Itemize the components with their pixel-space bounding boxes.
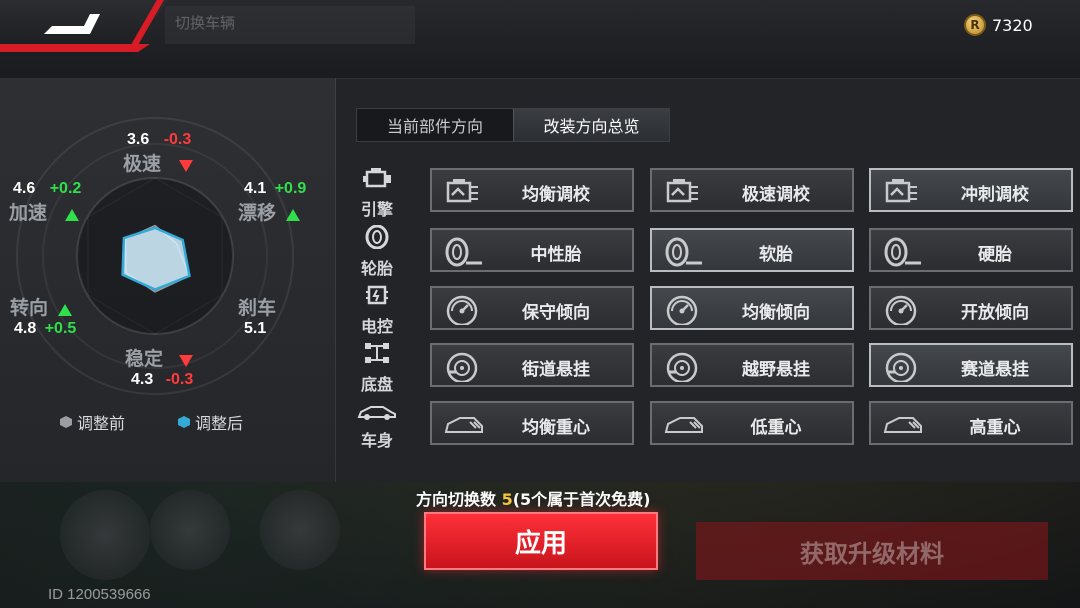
option-label: 极速调校 (742, 185, 810, 205)
stat-acceleration-name: 加速 (9, 203, 48, 224)
engine-part-icon (446, 179, 478, 203)
option-label: 硬胎 (978, 245, 1012, 265)
option-button[interactable]: 开放倾向 (869, 286, 1073, 330)
option-button[interactable]: 保守倾向 (430, 286, 634, 330)
hexagon-icon (60, 416, 72, 428)
stat-drift: 4.1 +0.9 漂移 (238, 180, 307, 224)
up-arrow-icon (286, 208, 301, 221)
stat-drift-name: 漂移 (238, 203, 277, 224)
legend-after: 调整后 (178, 410, 243, 434)
option-button[interactable]: 赛道悬挂 (869, 343, 1073, 387)
stat-stability: 稳定 4.3 -0.3 (125, 349, 194, 388)
category-body: 车身 (352, 403, 402, 451)
switch-vehicle-label: 切换车辆 (175, 14, 236, 32)
option-label: 均衡重心 (522, 418, 590, 438)
option-button[interactable]: 软胎 (650, 228, 854, 272)
tire-part-icon (884, 237, 921, 267)
top-bar (0, 0, 1080, 78)
car-body-part-icon (664, 417, 703, 433)
option-button[interactable]: 冲刺调校 (869, 168, 1073, 212)
player-id: ID 1200539666 (48, 586, 151, 603)
option-button[interactable]: 街道悬挂 (430, 343, 634, 387)
category-engine: 引擎 (352, 168, 402, 220)
car-body-part-icon (883, 417, 922, 433)
down-arrow-icon (179, 354, 194, 367)
back-arrow-icon[interactable] (38, 10, 102, 38)
option-label: 低重心 (750, 418, 802, 438)
gauge-icon (666, 295, 698, 325)
stat-brake-name: 刹车 (238, 298, 277, 319)
option-label: 中性胎 (530, 245, 582, 265)
engine-part-icon (666, 179, 698, 203)
category-chassis: 底盘 (352, 341, 402, 395)
gauge-icon (885, 295, 917, 325)
hexagon-icon (178, 416, 190, 428)
option-button[interactable]: 均衡倾向 (650, 286, 854, 330)
option-label: 保守倾向 (522, 303, 590, 323)
switch-count: 5 (501, 490, 513, 509)
stat-brake: 刹车 5.1 (238, 298, 277, 337)
currency-display: R 7320 (964, 14, 1033, 36)
chip-icon (366, 285, 388, 305)
car-body-icon (357, 406, 396, 420)
engine-icon (363, 168, 391, 188)
option-label: 越野悬挂 (742, 360, 810, 380)
option-button[interactable]: 均衡调校 (430, 168, 634, 212)
brake-disc-icon (885, 352, 917, 382)
option-label: 高重心 (969, 418, 1021, 438)
tab-current-part-direction[interactable]: 当前部件方向 (357, 109, 513, 141)
option-label: 均衡倾向 (742, 303, 810, 323)
option-label: 开放倾向 (961, 303, 1029, 323)
chassis-icon (365, 343, 389, 363)
gauge-icon (446, 295, 478, 325)
stat-stability-name: 稳定 (125, 349, 164, 370)
stat-acceleration: 4.6 +0.2 加速 (9, 180, 82, 224)
decor-gauge (260, 490, 340, 570)
coin-icon: R (964, 14, 986, 36)
option-button[interactable]: 极速调校 (650, 168, 854, 212)
stat-steering-name: 转向 (10, 298, 49, 319)
option-button[interactable]: 低重心 (650, 401, 854, 445)
car-body-part-icon (444, 417, 483, 433)
option-label: 软胎 (759, 245, 793, 265)
option-label: 赛道悬挂 (961, 360, 1029, 380)
tire-icon (365, 224, 389, 250)
option-button[interactable]: 均衡重心 (430, 401, 634, 445)
tire-part-icon (445, 237, 482, 267)
currency-amount: 7320 (992, 15, 1033, 35)
get-upgrade-materials-button[interactable]: 获取升级材料 (696, 522, 1048, 580)
option-button[interactable]: 硬胎 (869, 228, 1073, 272)
tab-bar: 当前部件方向 改装方向总览 (356, 108, 670, 142)
category-tire: 轮胎 (352, 224, 402, 279)
engine-part-icon (885, 179, 917, 203)
stat-top-speed-name: 极速 (123, 154, 162, 175)
tab-modification-overview[interactable]: 改装方向总览 (513, 109, 669, 141)
option-button[interactable]: 越野悬挂 (650, 343, 854, 387)
option-label: 街道悬挂 (522, 360, 590, 380)
up-arrow-icon (58, 303, 73, 316)
back-button-accent (0, 44, 150, 52)
down-arrow-icon (179, 159, 194, 172)
apply-button[interactable]: 应用 (424, 512, 658, 570)
tire-part-icon (665, 237, 702, 267)
option-button[interactable]: 高重心 (869, 401, 1073, 445)
stat-steering: 转向 4.8 +0.5 (10, 298, 77, 337)
brake-disc-icon (666, 352, 698, 382)
category-electronics: 电控 (352, 283, 402, 337)
legend-before: 调整前 (60, 410, 125, 434)
option-button[interactable]: 中性胎 (430, 228, 634, 272)
up-arrow-icon (65, 208, 80, 221)
option-label: 冲刺调校 (961, 185, 1029, 205)
switch-count-note: 方向切换数 5(5个属于首次免费) (416, 490, 651, 509)
option-label: 均衡调校 (522, 185, 590, 205)
decor-gauge (60, 490, 150, 580)
stat-top-speed: 3.6 -0.3 极速 (123, 131, 194, 176)
brake-disc-icon (446, 352, 478, 382)
decor-gauge (150, 490, 230, 570)
